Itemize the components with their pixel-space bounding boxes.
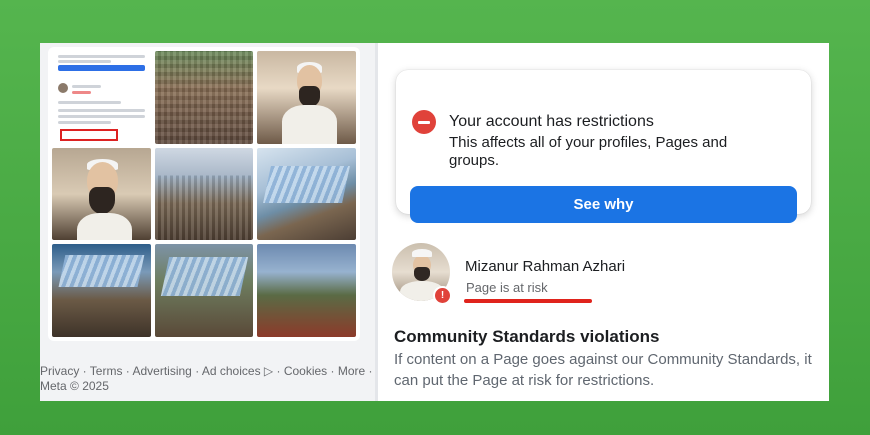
mini-text-line [58, 121, 111, 124]
mini-text-line [58, 60, 111, 63]
see-why-button[interactable]: See why [410, 186, 797, 223]
status-underline [464, 299, 592, 303]
stop-icon [412, 110, 436, 134]
mini-text-line [72, 91, 91, 94]
mini-avatar [58, 83, 68, 93]
roof-crowd-photo[interactable] [257, 147, 356, 241]
footer-separator: · [365, 364, 373, 378]
page-status-text: Page is at risk [466, 280, 548, 295]
community-standards-body: If content on a Page goes against our Co… [394, 351, 812, 389]
restriction-subtitle: This affects all of your profiles, Pages… [449, 134, 728, 169]
footer-link-terms[interactable]: Terms [90, 364, 123, 378]
roof [160, 257, 248, 297]
mini-text-line [58, 55, 145, 58]
footer-link-more[interactable]: More [338, 364, 365, 378]
body [281, 104, 338, 144]
footer-link-privacy[interactable]: Privacy [40, 364, 79, 378]
avatar-cap [412, 249, 432, 257]
restriction-title: Your account has restrictions [449, 113, 654, 130]
footer-separator: · [122, 364, 133, 378]
screenshot-thumbnail[interactable] [52, 51, 151, 144]
footer-link-cookies[interactable]: Cookies [284, 364, 327, 378]
speaker-closeup-photo[interactable] [52, 147, 151, 241]
body [76, 212, 132, 241]
restriction-card: Your account has restrictions This affec… [396, 70, 811, 223]
footer-separator: · [273, 364, 284, 378]
beard [298, 86, 321, 107]
risk-badge-icon: ! [433, 286, 452, 305]
beard [89, 186, 116, 215]
speaker-photo[interactable] [257, 51, 356, 144]
avatar-beard [414, 267, 430, 281]
aerial-crowd-photo[interactable] [154, 244, 254, 337]
photo-grid [52, 51, 356, 337]
footer-link-ad-choices[interactable]: Ad choices [202, 364, 261, 378]
aerial-roof-photo[interactable] [52, 244, 151, 337]
footer-copyright: Meta © 2025 [40, 379, 109, 393]
footer-separator: · [327, 364, 338, 378]
mini-text-line [58, 109, 145, 112]
footer-separator: · [191, 364, 202, 378]
crowd-photo[interactable] [154, 51, 254, 144]
mini-text-line [58, 115, 145, 118]
page-name[interactable]: Mizanur Rahman Azhari [465, 258, 625, 275]
ad-choices-icon: ▷ [260, 364, 274, 378]
mini-text-line [58, 101, 121, 104]
roof [58, 255, 145, 287]
stage-photo[interactable] [257, 244, 356, 337]
footer-link-advertising[interactable]: Advertising [132, 364, 191, 378]
tent-crowd-photo[interactable] [154, 147, 254, 241]
left-panel: Privacy · Terms · Advertising · Ad choic… [40, 43, 375, 401]
photo-grid-card [48, 47, 360, 341]
footer-links: Privacy · Terms · Advertising · Ad choic… [40, 364, 373, 394]
mini-text-line [72, 85, 101, 88]
right-panel: Your account has restrictions This affec… [378, 43, 829, 401]
mini-highlight-box [60, 129, 118, 141]
community-standards-title: Community Standards violations [394, 327, 660, 346]
footer-separator: · [79, 364, 90, 378]
mini-button [58, 65, 145, 71]
roof [263, 166, 351, 204]
screenshot-frame: Privacy · Terms · Advertising · Ad choic… [40, 43, 829, 401]
